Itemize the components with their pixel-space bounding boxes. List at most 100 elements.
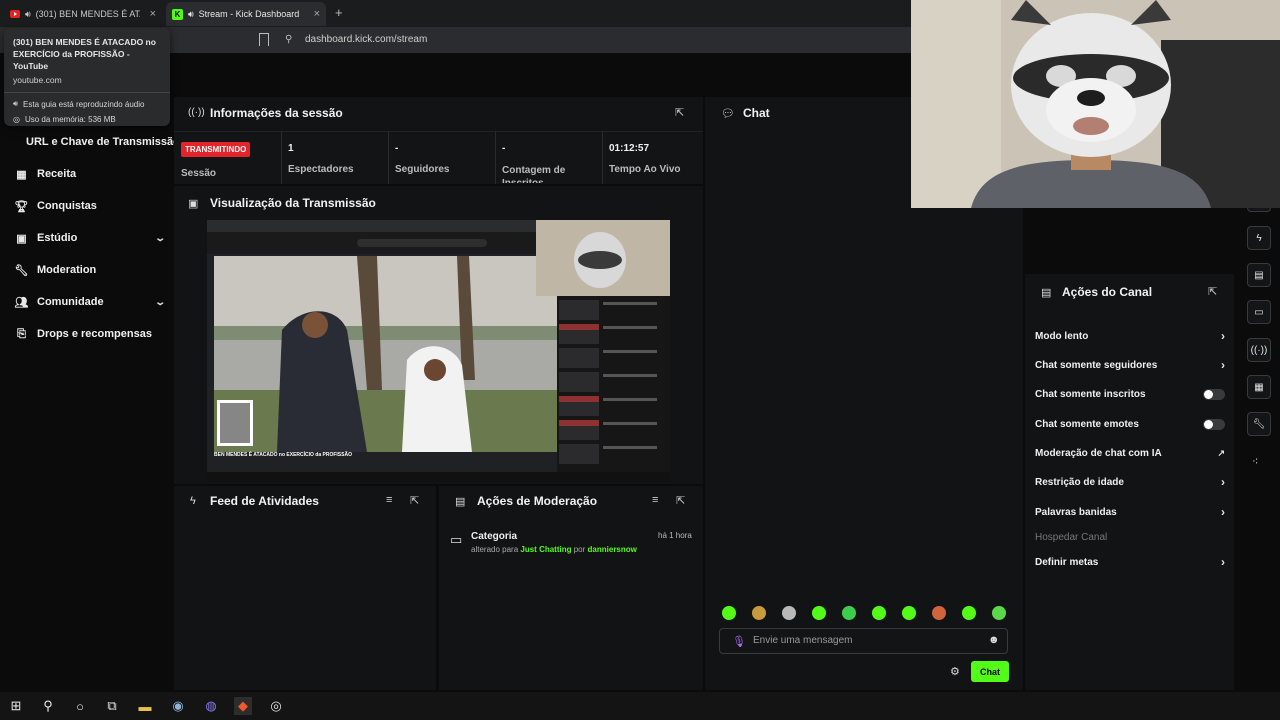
stack-icon[interactable]: ▦ bbox=[1247, 375, 1271, 399]
stream-preview-title: Visualização da Transmissão bbox=[210, 196, 376, 210]
filter-icon[interactable]: ≡ bbox=[386, 494, 392, 506]
subscribers-label: Contagem de Inscritos bbox=[502, 165, 566, 183]
sidebar-item-label: Receita bbox=[37, 168, 77, 180]
memory-icon: ◎ bbox=[13, 115, 20, 124]
action-set-goals[interactable]: Definir metas › bbox=[1035, 553, 1225, 571]
emotes-only-toggle[interactable] bbox=[1203, 418, 1225, 430]
tab-youtube[interactable]: 🔊︎ (301) BEN MENDES É ATACADO × bbox=[4, 2, 162, 26]
chat-input-box[interactable]: 🎙︎ Envie uma mensagem ☻ bbox=[719, 628, 1008, 654]
popout-icon[interactable]: ⇱ bbox=[675, 106, 684, 119]
popout-icon[interactable]: ⇱ bbox=[676, 494, 685, 507]
followers-label: Seguidores bbox=[395, 164, 450, 175]
chat-bubble-icon[interactable]: ▭ bbox=[1247, 300, 1271, 324]
sidebar-item-drops[interactable]: ⎘ Drops e recompensas bbox=[16, 324, 164, 344]
chevron-right-icon: › bbox=[1221, 358, 1225, 372]
mod-entry-category[interactable]: Just Chatting bbox=[520, 545, 571, 554]
steam-icon[interactable]: ◉ bbox=[169, 697, 187, 715]
action-subscribers-only: Chat somente inscritos bbox=[1035, 385, 1225, 403]
sidebar-item-conquistas[interactable]: 🏆︎ Conquistas bbox=[15, 196, 164, 216]
emote-icon[interactable] bbox=[902, 606, 916, 620]
sidebar-item-receita[interactable]: ▦ Receita bbox=[16, 164, 164, 184]
nodes-icon[interactable]: ⁖ bbox=[1252, 455, 1258, 468]
sidebar-item-label: Estúdio bbox=[37, 232, 78, 244]
action-label: Palavras banidas bbox=[1035, 506, 1117, 518]
sidebar-item-stream-key[interactable]: URL e Chave de Transmissão bbox=[16, 132, 180, 152]
broadcast-icon: ((·)) bbox=[188, 107, 205, 118]
chat-input[interactable]: Envie uma mensagem bbox=[753, 635, 853, 646]
document-icon: ▤ bbox=[455, 496, 466, 508]
emote-icon[interactable] bbox=[752, 606, 766, 620]
emote-icon[interactable] bbox=[812, 606, 826, 620]
mod-entry-time: há 1 hora bbox=[658, 531, 692, 540]
session-stats bbox=[174, 131, 703, 184]
chat-settings-gear-icon[interactable]: ⚙ bbox=[950, 665, 960, 678]
brave-browser-icon[interactable]: ◆ bbox=[234, 697, 252, 715]
action-slow-mode[interactable]: Modo lento › bbox=[1035, 327, 1225, 345]
sidebar-item-comunidade[interactable]: 👥︎ Comunidade ⌄ bbox=[15, 292, 166, 312]
close-tab-icon[interactable]: × bbox=[314, 8, 320, 20]
chevron-right-icon: › bbox=[1221, 555, 1225, 569]
action-age-restriction[interactable]: Restrição de idade › bbox=[1035, 473, 1225, 491]
site-settings-icon[interactable]: ⚲ bbox=[285, 34, 292, 45]
close-tab-icon[interactable]: × bbox=[150, 8, 156, 20]
channel-actions-icon: ▤ bbox=[1041, 287, 1052, 299]
kick-favicon-icon: K bbox=[172, 8, 183, 20]
studio-icon: ▣ bbox=[16, 232, 27, 245]
task-view-icon[interactable]: ⧉ bbox=[103, 697, 121, 715]
subscribers-value: - bbox=[502, 143, 506, 154]
cortana-icon[interactable]: ○ bbox=[71, 697, 89, 715]
revenue-icon: ▦ bbox=[16, 168, 27, 181]
live-status-badge: TRANSMITINDO bbox=[181, 142, 251, 157]
filter-icon[interactable]: ≡ bbox=[652, 494, 658, 506]
sidebar-item-label: Drops e recompensas bbox=[37, 328, 152, 340]
discord-icon[interactable]: ◍ bbox=[202, 697, 220, 715]
action-banned-words[interactable]: Palavras banidas › bbox=[1035, 503, 1225, 521]
moderation-actions-panel bbox=[439, 486, 703, 690]
lightning-icon[interactable]: ϟ bbox=[1247, 226, 1271, 250]
action-followers-only[interactable]: Chat somente seguidores › bbox=[1035, 356, 1225, 374]
chat-send-button[interactable]: Chat bbox=[971, 661, 1009, 682]
emote-icon[interactable] bbox=[962, 606, 976, 620]
mod-entry-user[interactable]: danniersnow bbox=[588, 545, 637, 554]
activity-feed-panel bbox=[174, 486, 436, 690]
file-explorer-icon[interactable]: ▬ bbox=[136, 697, 154, 715]
mod-entry-detail: alterado para Just Chatting por danniers… bbox=[471, 545, 637, 554]
tab-kick-dashboard[interactable]: K 🔊︎ Stream - Kick Dashboard × bbox=[166, 2, 326, 26]
emote-icon[interactable] bbox=[932, 606, 946, 620]
emote-icon[interactable] bbox=[782, 606, 796, 620]
microphone-icon[interactable]: 🎙︎ bbox=[732, 635, 746, 648]
broadcast-icon[interactable]: ((·)) bbox=[1247, 338, 1271, 362]
emoji-icon[interactable]: ☻ bbox=[988, 634, 1000, 646]
url-field[interactable]: dashboard.kick.com/stream bbox=[305, 34, 427, 45]
windows-start-icon[interactable]: ⊞ bbox=[7, 697, 25, 715]
subscribers-only-toggle[interactable] bbox=[1203, 388, 1225, 400]
stream-preview-video[interactable]: BEN MENDES É ATACADO no EXERCÍCIO da PRO… bbox=[207, 220, 670, 482]
video-caption: BEN MENDES É ATACADO no EXERCÍCIO da PRO… bbox=[214, 452, 352, 458]
popout-icon[interactable]: ⇱ bbox=[1208, 285, 1217, 298]
action-label: Definir metas bbox=[1035, 556, 1099, 568]
emote-icon[interactable] bbox=[992, 606, 1006, 620]
new-tab-icon[interactable]: + bbox=[335, 5, 343, 20]
sidebar-item-estudio[interactable]: ▣ Estúdio ⌄ bbox=[16, 228, 165, 248]
obs-icon[interactable]: ◎ bbox=[267, 697, 285, 715]
action-ai-moderation[interactable]: Moderação de chat com IA ↗ bbox=[1035, 444, 1225, 462]
bookmark-icon[interactable] bbox=[259, 33, 269, 46]
chevron-right-icon: › bbox=[1221, 505, 1225, 519]
hover-card-memory: Uso da memória: 536 MB bbox=[24, 115, 116, 124]
popout-icon[interactable]: ⇱ bbox=[410, 494, 419, 507]
emote-icon[interactable] bbox=[722, 606, 736, 620]
hover-card-audio: Esta guia está reproduzindo áudio bbox=[23, 99, 145, 109]
emote-icon[interactable] bbox=[872, 606, 886, 620]
speaker-icon: 🔊︎ bbox=[188, 8, 194, 19]
youtube-favicon-icon bbox=[10, 10, 20, 18]
mod-entry-by: por bbox=[573, 545, 586, 554]
speaker-icon: 🔊︎ bbox=[25, 8, 31, 19]
wrench-icon[interactable]: 🔧︎ bbox=[1247, 412, 1271, 436]
channel-actions-title: Ações do Canal bbox=[1062, 285, 1153, 299]
emote-icon[interactable] bbox=[842, 606, 856, 620]
sidebar-item-moderation[interactable]: 🔧︎ Moderation bbox=[15, 260, 164, 280]
document-icon[interactable]: ▤ bbox=[1247, 263, 1271, 287]
external-link-icon: ↗ bbox=[1217, 447, 1225, 458]
search-icon[interactable]: ⚲ bbox=[39, 697, 57, 715]
action-label: Moderação de chat com IA bbox=[1035, 447, 1162, 459]
